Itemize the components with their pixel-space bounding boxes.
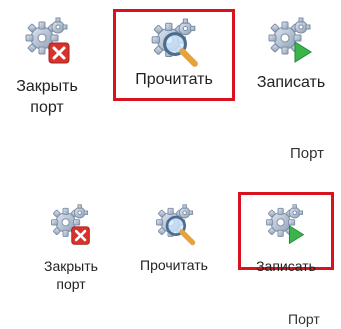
gear-play-icon bbox=[268, 17, 312, 63]
read-button[interactable]: Прочитать bbox=[128, 203, 220, 273]
close-port-button[interactable]: Закрыть порт bbox=[6, 10, 88, 130]
group-label-port: Порт bbox=[290, 145, 325, 162]
ribbon-group-port-bottom: Закрыть порт Прочитать Записать Порт bbox=[0, 165, 341, 329]
close-port-label-line2: порт bbox=[56, 276, 86, 293]
write-button[interactable]: Записать bbox=[238, 192, 334, 274]
read-label: Прочитать bbox=[140, 257, 208, 273]
write-label: Записать bbox=[256, 258, 316, 274]
write-label: Записать bbox=[256, 74, 326, 91]
group-label-port: Порт bbox=[288, 311, 320, 327]
close-port-label: Закрыть порт bbox=[34, 257, 108, 293]
close-port-label-line1: Закрыть bbox=[16, 78, 78, 95]
ribbon-group-port-top: Закрыть порт Прочитать Записать Порт bbox=[0, 0, 341, 165]
gear-magnifier-icon bbox=[151, 18, 198, 67]
read-label: Прочитать bbox=[135, 71, 213, 88]
gear-magnifier-icon bbox=[156, 204, 196, 246]
gear-close-icon bbox=[25, 17, 70, 64]
close-port-button[interactable]: Закрыть порт bbox=[34, 203, 108, 295]
read-button[interactable]: Прочитать bbox=[113, 9, 235, 101]
write-button[interactable]: Записать bbox=[243, 10, 339, 110]
close-port-label-line1: Закрыть bbox=[44, 258, 98, 274]
close-port-label: Закрыть порт bbox=[6, 77, 88, 119]
close-port-label-line2: порт bbox=[30, 98, 64, 116]
gear-play-icon bbox=[266, 204, 305, 245]
gear-close-icon bbox=[51, 204, 90, 245]
